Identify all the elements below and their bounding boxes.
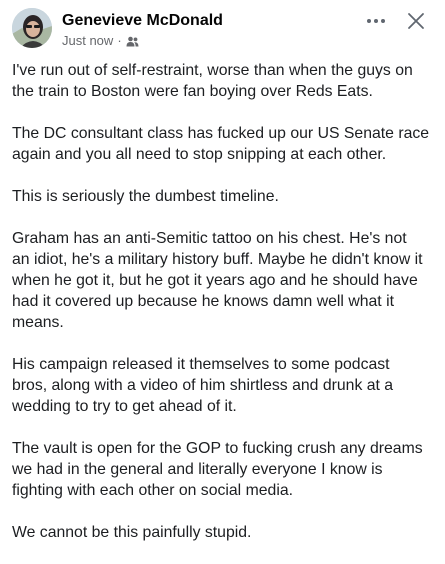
post-meta: Just now · [62,33,139,48]
post-paragraph: We cannot be this painfully stupid. [12,524,252,541]
post-paragraph: His campaign released it themselves to s… [12,356,394,415]
avatar[interactable] [12,8,52,48]
post-paragraph: Graham has an anti-Semitic tattoo on his… [12,230,423,331]
friends-icon[interactable] [126,35,139,47]
meta-separator: · [117,33,122,48]
close-button[interactable] [403,8,429,34]
post-header: Genevieve McDonald Just now · [12,8,433,52]
more-options-button[interactable] [365,10,387,32]
author-name[interactable]: Genevieve McDonald [62,12,223,30]
more-options-icon [367,19,385,23]
post-timestamp[interactable]: Just now [62,33,113,48]
profile-photo [12,8,52,48]
post-paragraph: This is seriously the dumbest timeline. [12,188,279,205]
post-body: I've run out of self-restraint, worse th… [12,60,436,564]
post-paragraph: The DC consultant class has fucked up ou… [12,125,430,163]
post-paragraph: The vault is open for the GOP to fucking… [12,440,423,499]
close-icon [408,13,424,29]
facebook-post: Genevieve McDonald Just now · I've run o… [0,0,445,541]
post-paragraph: I've run out of self-restraint, worse th… [12,62,413,100]
